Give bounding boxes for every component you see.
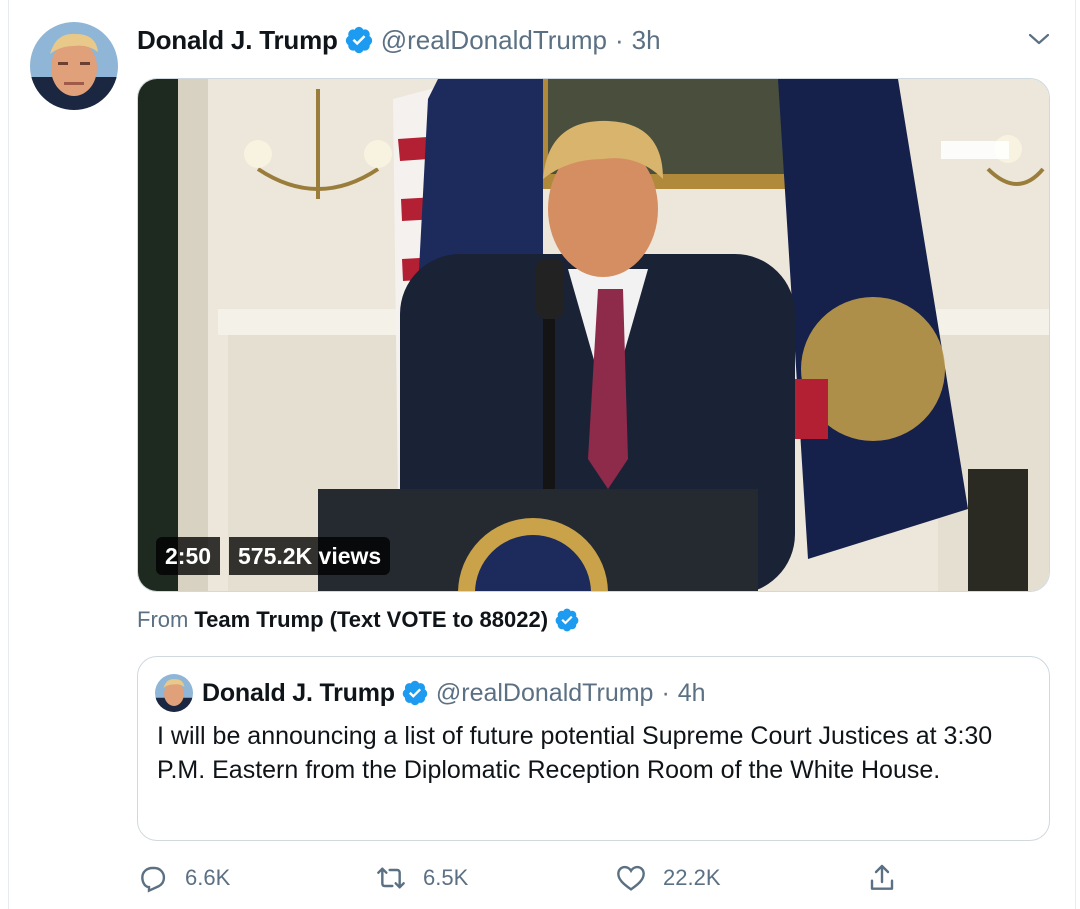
video-duration: 2:50 (156, 537, 221, 575)
video-thumbnail (138, 79, 1049, 591)
share-icon (870, 864, 894, 890)
retweet-button[interactable]: 6.5K (375, 858, 468, 898)
from-label: From (137, 607, 189, 632)
retweet-icon (377, 867, 405, 889)
tweet-header: Donald J. Trump @realDonaldTrump · 3h (137, 22, 661, 58)
quoted-author-name: Donald J. Trump (202, 678, 395, 707)
tweet-time[interactable]: 3h (632, 25, 661, 56)
reply-button[interactable]: 6.6K (137, 858, 230, 898)
quoted-author-handle: @realDonaldTrump (435, 678, 654, 707)
reply-count: 6.6K (185, 865, 231, 890)
video-player[interactable] (137, 78, 1050, 592)
like-count: 22.2K (663, 865, 721, 890)
retweet-count: 6.5K (423, 865, 469, 890)
author-handle[interactable]: @realDonaldTrump (381, 25, 607, 56)
share-button[interactable] (866, 858, 898, 898)
chevron-down-icon[interactable] (1026, 28, 1052, 50)
quoted-tweet-header: Donald J. Trump @realDonaldTrump · 4h (202, 676, 706, 710)
verified-badge-icon (555, 608, 579, 632)
verified-badge-icon (345, 26, 372, 54)
heart-icon (617, 865, 645, 891)
reply-icon (141, 866, 166, 893)
dot-separator: · (661, 678, 670, 707)
verified-badge-icon (402, 680, 428, 706)
dot-separator: · (614, 24, 624, 55)
like-button[interactable]: 22.2K (615, 858, 721, 898)
video-source: From Team Trump (Text VOTE to 88022) (137, 604, 587, 636)
author-avatar[interactable] (30, 22, 118, 110)
quoted-tweet-time: 4h (677, 678, 706, 707)
quoted-author-avatar[interactable] (155, 674, 193, 712)
author-name[interactable]: Donald J. Trump (137, 25, 338, 56)
quoted-tweet-text: I will be announcing a list of future po… (157, 722, 993, 784)
video-view-count: 575.2K views (229, 537, 391, 575)
from-source-link[interactable]: Team Trump (Text VOTE to 88022) (194, 607, 548, 633)
